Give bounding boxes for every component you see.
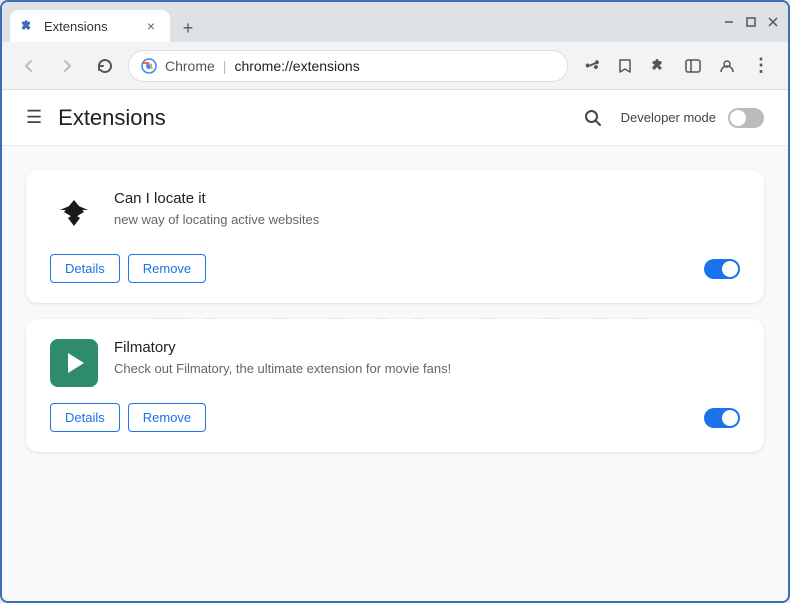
share-button[interactable] xyxy=(576,51,606,81)
maximize-button[interactable] xyxy=(744,15,758,29)
ext2-remove-button[interactable]: Remove xyxy=(128,403,206,432)
address-bar[interactable]: Chrome | chrome://extensions xyxy=(128,50,568,82)
ext2-details-button[interactable]: Details xyxy=(50,403,120,432)
extensions-button[interactable] xyxy=(644,51,674,81)
ext-buttons-1: Details Remove xyxy=(50,254,206,283)
extension-icon-1 xyxy=(50,190,98,238)
extensions-list: Can I locate it new way of locating acti… xyxy=(2,146,788,476)
search-button[interactable] xyxy=(577,102,609,134)
header-right: Developer mode xyxy=(577,102,764,134)
ext1-details-button[interactable]: Details xyxy=(50,254,120,283)
sidebar-button[interactable] xyxy=(678,51,708,81)
back-button[interactable] xyxy=(14,51,44,81)
developer-mode-toggle[interactable] xyxy=(728,108,764,128)
tab-title: Extensions xyxy=(44,19,108,34)
active-tab[interactable]: Extensions × xyxy=(10,10,170,42)
profile-button[interactable] xyxy=(712,51,742,81)
reload-button[interactable] xyxy=(90,51,120,81)
ext-info-2: Filmatory Check out Filmatory, the ultim… xyxy=(114,339,740,378)
url-text: chrome://extensions xyxy=(234,58,555,74)
minimize-button[interactable] xyxy=(722,15,736,29)
header-left: ☰ Extensions xyxy=(26,105,166,131)
forward-button[interactable] xyxy=(52,51,82,81)
play-icon xyxy=(68,353,84,373)
ext-name-1: Can I locate it xyxy=(114,190,740,207)
page-title: Extensions xyxy=(58,105,166,131)
ext2-toggle[interactable] xyxy=(704,408,740,428)
ext-card-top-2: Filmatory Check out Filmatory, the ultim… xyxy=(50,339,740,387)
bookmark-button[interactable] xyxy=(610,51,640,81)
ext1-remove-button[interactable]: Remove xyxy=(128,254,206,283)
ext1-toggle[interactable] xyxy=(704,259,740,279)
extension-card-2: Filmatory Check out Filmatory, the ultim… xyxy=(26,319,764,452)
dev-mode-label: Developer mode xyxy=(621,110,716,125)
nav-bar: Chrome | chrome://extensions ⋮ xyxy=(2,42,788,90)
ext-desc-1: new way of locating active websites xyxy=(114,211,740,229)
new-tab-button[interactable]: + xyxy=(174,14,202,42)
tab-icon xyxy=(20,18,36,34)
ext-actions-1: Details Remove xyxy=(50,254,740,283)
ext-actions-2: Details Remove xyxy=(50,403,740,432)
close-button[interactable] xyxy=(766,15,780,29)
title-bar: Extensions × + xyxy=(2,2,788,42)
ext-card-top-1: Can I locate it new way of locating acti… xyxy=(50,190,740,238)
hamburger-menu[interactable]: ☰ xyxy=(26,107,42,128)
ext-desc-2: Check out Filmatory, the ultimate extens… xyxy=(114,360,740,378)
page-content: ☰ Extensions Developer mode FLASH.COM xyxy=(2,90,788,601)
chrome-label: Chrome xyxy=(165,58,215,74)
nav-actions: ⋮ xyxy=(576,51,776,81)
extensions-header: ☰ Extensions Developer mode xyxy=(2,90,788,146)
ext-buttons-2: Details Remove xyxy=(50,403,206,432)
ext-info-1: Can I locate it new way of locating acti… xyxy=(114,190,740,229)
extension-icon-2 xyxy=(50,339,98,387)
browser-window: Extensions × + xyxy=(0,0,790,603)
menu-button[interactable]: ⋮ xyxy=(746,51,776,81)
window-controls xyxy=(722,15,780,29)
ext-name-2: Filmatory xyxy=(114,339,740,356)
tab-close-btn[interactable]: × xyxy=(142,17,160,35)
chrome-icon xyxy=(141,58,157,74)
extension-card-1: Can I locate it new way of locating acti… xyxy=(26,170,764,303)
tab-bar: Extensions × + xyxy=(10,2,708,42)
